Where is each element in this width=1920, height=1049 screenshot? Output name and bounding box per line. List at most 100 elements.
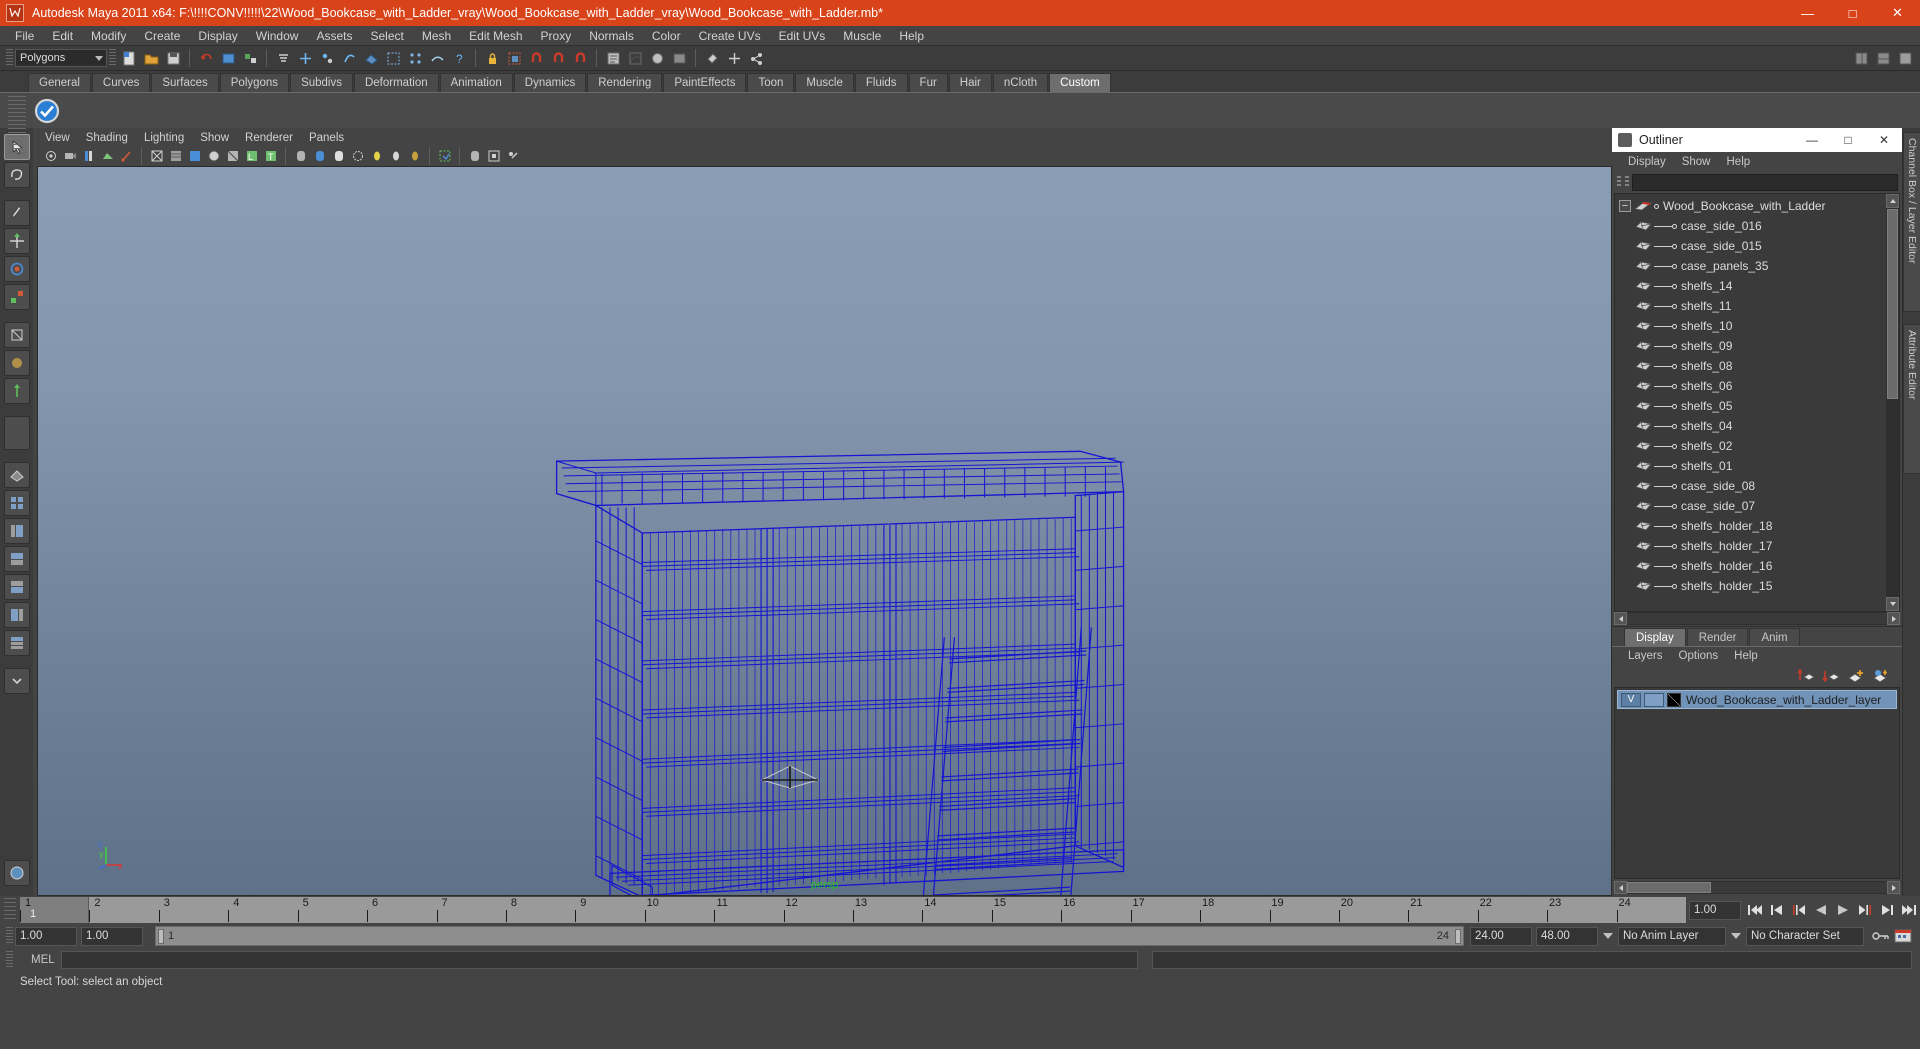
minimize-button[interactable]: — bbox=[1785, 0, 1830, 26]
outliner-item[interactable]: shelfs_holder_15 bbox=[1615, 576, 1886, 596]
outliner-vertical-scrollbar[interactable] bbox=[1886, 194, 1899, 611]
scroll-right-arrow-icon[interactable] bbox=[1887, 612, 1900, 625]
show-attribute-editor-icon[interactable] bbox=[1895, 48, 1915, 68]
isolate-select-icon[interactable] bbox=[436, 148, 453, 165]
viewport-menu-renderer[interactable]: Renderer bbox=[237, 132, 301, 144]
menu-set-selector[interactable]: Polygons bbox=[15, 49, 107, 67]
bookmark-icon[interactable] bbox=[80, 148, 97, 165]
viewport-menu-lighting[interactable]: Lighting bbox=[136, 132, 192, 144]
shelf-tab-custom[interactable]: Custom bbox=[1049, 73, 1111, 92]
show-channel-box-icon[interactable] bbox=[1851, 48, 1871, 68]
menu-item-edit[interactable]: Edit bbox=[43, 26, 82, 46]
layer-list[interactable]: V Wood_Bookcase_with_Ladder_layer bbox=[1614, 687, 1900, 879]
wireframe-shading-icon[interactable] bbox=[148, 148, 165, 165]
camera-attributes-icon[interactable] bbox=[61, 148, 78, 165]
layout-persp-outliner-button[interactable] bbox=[3, 602, 30, 628]
shelf-tab-painteffects[interactable]: PaintEffects bbox=[663, 73, 747, 92]
command-response-field[interactable] bbox=[1152, 951, 1912, 969]
outliner-item[interactable]: shelfs_05 bbox=[1615, 396, 1886, 416]
viewport-menu-panels[interactable]: Panels bbox=[301, 132, 352, 144]
play-backwards-button[interactable] bbox=[1811, 900, 1831, 920]
open-hypershade-icon[interactable] bbox=[647, 48, 667, 68]
maximize-button[interactable]: □ bbox=[1830, 0, 1875, 26]
layer-editor-tab-render[interactable]: Render bbox=[1686, 628, 1749, 646]
shelf-item-check-icon[interactable] bbox=[33, 97, 61, 125]
xray-display-icon[interactable] bbox=[292, 148, 309, 165]
outliner-close-button[interactable]: ✕ bbox=[1866, 128, 1902, 152]
menu-item-select[interactable]: Select bbox=[361, 26, 412, 46]
scroll-track[interactable] bbox=[1627, 613, 1887, 624]
shelf-drag-handle[interactable] bbox=[8, 96, 26, 154]
anim-layer-field[interactable]: No Anim Layer bbox=[1618, 926, 1726, 946]
outliner-item[interactable]: shelfs_02 bbox=[1615, 436, 1886, 456]
move-layer-up-icon[interactable] bbox=[1795, 666, 1817, 684]
scale-tool-button[interactable] bbox=[3, 284, 30, 310]
magnet-snap-1-icon[interactable] bbox=[526, 48, 546, 68]
scroll-left-arrow-icon[interactable] bbox=[1614, 612, 1627, 625]
new-scene-icon[interactable] bbox=[119, 48, 139, 68]
menu-item-window[interactable]: Window bbox=[247, 26, 308, 46]
image-plane-icon[interactable] bbox=[99, 148, 116, 165]
viewport-menu-show[interactable]: Show bbox=[192, 132, 237, 144]
xray-joints-icon[interactable] bbox=[311, 148, 328, 165]
layer-menu-layers[interactable]: Layers bbox=[1620, 650, 1671, 662]
open-outliner-icon[interactable] bbox=[603, 48, 623, 68]
smooth-mesh-preview-icon[interactable] bbox=[330, 148, 347, 165]
shelf-tab-subdivs[interactable]: Subdivs bbox=[290, 73, 353, 92]
open-graph-editor-icon[interactable] bbox=[625, 48, 645, 68]
last-tool-used-button[interactable] bbox=[3, 416, 30, 450]
layer-row[interactable]: V Wood_Bookcase_with_Ladder_layer bbox=[1617, 690, 1897, 709]
menu-item-help[interactable]: Help bbox=[890, 26, 933, 46]
layer-editor-tab-anim[interactable]: Anim bbox=[1749, 628, 1800, 646]
select-mask-icon[interactable] bbox=[273, 48, 293, 68]
perspective-viewport[interactable]: z y x persp bbox=[37, 166, 1612, 896]
outliner-list[interactable]: − Wood_Bookcase_with_Ladder case_side_016 c… bbox=[1615, 194, 1886, 611]
layout-single-perspective-button[interactable] bbox=[3, 462, 30, 488]
select-by-hierarchy-icon[interactable] bbox=[240, 48, 260, 68]
shaded-wireframe-icon[interactable] bbox=[205, 148, 222, 165]
save-scene-icon[interactable] bbox=[163, 48, 183, 68]
outliner-item[interactable]: case_side_07 bbox=[1615, 496, 1886, 516]
show-manip-tool-button[interactable] bbox=[3, 378, 30, 404]
layout-hypershade-persp-button[interactable] bbox=[3, 574, 30, 600]
outliner-item[interactable]: case_side_015 bbox=[1615, 236, 1886, 256]
new-layer-icon[interactable] bbox=[1845, 666, 1867, 684]
previous-key-button[interactable] bbox=[1789, 900, 1809, 920]
select-camera-icon[interactable] bbox=[42, 148, 59, 165]
more-layouts-button[interactable] bbox=[3, 668, 30, 694]
shelf-tab-hair[interactable]: Hair bbox=[948, 73, 992, 92]
animation-start-field[interactable]: 1.00 bbox=[81, 926, 143, 946]
share-node-icon[interactable] bbox=[746, 48, 766, 68]
layout-persp-graph-outliner-button[interactable] bbox=[3, 630, 30, 656]
range-left-handle[interactable] bbox=[158, 929, 164, 944]
universal-manipulator-button[interactable] bbox=[3, 322, 30, 348]
close-button[interactable]: ✕ bbox=[1875, 0, 1920, 26]
render-current-frame-icon[interactable] bbox=[427, 48, 447, 68]
scroll-thumb[interactable] bbox=[1627, 882, 1711, 893]
tab-channel-box-layer-editor[interactable]: Channel Box / Layer Editor bbox=[1903, 132, 1920, 312]
shelf-tab-surfaces[interactable]: Surfaces bbox=[151, 73, 219, 92]
outliner-search-input[interactable] bbox=[1632, 173, 1898, 191]
exposure-icon[interactable] bbox=[504, 148, 521, 165]
help-tool-button[interactable] bbox=[3, 860, 30, 886]
outliner-item[interactable]: shelfs_14 bbox=[1615, 276, 1886, 296]
layer-editor-tab-display[interactable]: Display bbox=[1624, 628, 1686, 646]
animation-end-field[interactable]: 24.00 bbox=[1470, 926, 1532, 946]
range-drag-handle[interactable] bbox=[6, 927, 13, 945]
show-layer-editor-icon[interactable] bbox=[1873, 48, 1893, 68]
snap-curve-icon[interactable] bbox=[317, 48, 337, 68]
rotate-tool-button[interactable] bbox=[3, 256, 30, 282]
outliner-item[interactable]: shelfs_06 bbox=[1615, 376, 1886, 396]
snap-point-icon[interactable] bbox=[339, 48, 359, 68]
menu-item-proxy[interactable]: Proxy bbox=[532, 26, 581, 46]
collapse-toggle-icon[interactable]: − bbox=[1619, 200, 1631, 212]
layer-menu-options[interactable]: Options bbox=[1671, 650, 1727, 662]
scroll-track[interactable] bbox=[1627, 882, 1887, 893]
outliner-item[interactable]: shelfs_holder_18 bbox=[1615, 516, 1886, 536]
lock-icon[interactable] bbox=[482, 48, 502, 68]
outliner-item[interactable]: shelfs_10 bbox=[1615, 316, 1886, 336]
viewport-menu-shading[interactable]: Shading bbox=[78, 132, 136, 144]
menu-item-edit-uvs[interactable]: Edit UVs bbox=[770, 26, 835, 46]
toolbar-drag-handle[interactable] bbox=[6, 49, 13, 67]
shelf-tab-animation[interactable]: Animation bbox=[439, 73, 513, 92]
